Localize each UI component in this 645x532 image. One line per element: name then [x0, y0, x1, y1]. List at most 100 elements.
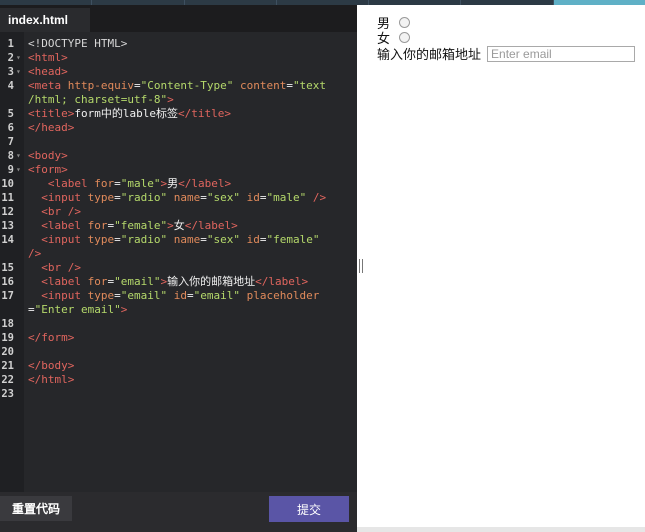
- file-tab-index-html[interactable]: index.html: [0, 8, 90, 32]
- code-line[interactable]: 13 <label for="female">女</label>: [0, 219, 357, 233]
- fold-arrow-icon[interactable]: ▾: [16, 163, 21, 177]
- code-token: </form>: [28, 331, 75, 344]
- code-token: 男: [167, 177, 179, 190]
- line-number: 11: [1, 192, 14, 204]
- reset-code-button[interactable]: 重置代码: [0, 496, 72, 521]
- email-input[interactable]: [487, 45, 636, 62]
- code-line[interactable]: 1 <!DOCTYPE HTML>: [0, 37, 357, 51]
- email-row: 输入你的邮箱地址: [377, 44, 636, 63]
- fold-arrow-icon[interactable]: ▾: [16, 149, 21, 163]
- code-text: </html>: [28, 373, 74, 387]
- fold-arrow-icon[interactable]: ▾: [16, 51, 21, 65]
- code-text: <form>: [28, 163, 68, 177]
- code-text: </body>: [28, 359, 74, 373]
- code-token: 输入你的邮箱地址: [167, 275, 256, 288]
- code-token: for: [87, 219, 108, 232]
- email-label[interactable]: 输入你的邮箱地址: [377, 44, 481, 63]
- code-line[interactable]: 11 <input type="radio" name="sex" id="ma…: [0, 191, 357, 205]
- code-token: content: [239, 79, 287, 92]
- splitter-grip-icon[interactable]: [359, 259, 363, 273]
- code-token: id: [246, 191, 260, 204]
- code-line[interactable]: 22 </html>: [0, 373, 357, 387]
- code-token: "sex": [206, 191, 240, 204]
- code-token: />: [306, 191, 327, 204]
- code-area[interactable]: 1 <!DOCTYPE HTML> 2 ▾ <html> 3 ▾ <head> 4 <meta h…: [0, 32, 357, 492]
- line-number: 16: [1, 276, 14, 288]
- line-number: 4: [7, 80, 14, 92]
- line-number: 19: [1, 332, 14, 344]
- code-line[interactable]: 20: [0, 345, 357, 359]
- code-text: </form>: [28, 331, 74, 345]
- code-line[interactable]: 12 <br />: [0, 205, 357, 219]
- code-line[interactable]: 21 </body>: [0, 359, 357, 373]
- code-line[interactable]: 8 ▾ <body>: [0, 149, 357, 163]
- code-token: for: [87, 275, 108, 288]
- code-token: </label>: [184, 219, 238, 232]
- code-token: <input: [41, 289, 88, 302]
- code-token: </html>: [28, 373, 75, 386]
- fold-arrow-icon[interactable]: ▾: [16, 65, 21, 79]
- line-number: 7: [7, 136, 14, 148]
- code-text: <title>form中的lable标签</title>: [28, 107, 231, 121]
- code-token: "male": [120, 177, 161, 190]
- code-token: >: [167, 93, 174, 106]
- code-token: <label: [41, 219, 88, 232]
- code-line[interactable]: 9 ▾ <form>: [0, 163, 357, 177]
- male-radio[interactable]: [399, 17, 411, 28]
- code-lines[interactable]: 1 <!DOCTYPE HTML> 2 ▾ <html> 3 ▾ <head> 4 <meta h…: [0, 37, 357, 401]
- code-text: <body>: [28, 149, 68, 163]
- code-editor-pane: index.html 1 <!DOCTYPE HTML> 2 ▾ <html> 3 ▾ <he…: [0, 5, 357, 532]
- code-token: =: [114, 233, 121, 246]
- code-line[interactable]: 2 ▾ <html>: [0, 51, 357, 65]
- code-token: for: [94, 177, 115, 190]
- code-token: =: [200, 233, 207, 246]
- code-token: "female": [114, 219, 168, 232]
- code-token: /html; charset=utf-8": [28, 93, 168, 106]
- pane-splitter[interactable]: [357, 5, 365, 527]
- code-token: placeholder: [246, 289, 320, 302]
- code-line[interactable]: 3 ▾ <head>: [0, 65, 357, 79]
- code-token: <br />: [41, 205, 81, 218]
- code-token: =: [200, 191, 207, 204]
- code-text: </head>: [28, 121, 74, 135]
- code-token: "email": [114, 275, 161, 288]
- line-number: 20: [1, 346, 14, 358]
- code-line[interactable]: 6 </head>: [0, 121, 357, 135]
- code-line[interactable]: 14 <input type="radio" name="sex" id="fe…: [0, 233, 357, 247]
- code-token: "email": [120, 289, 168, 302]
- code-line[interactable]: 16 <label for="email">输入你的邮箱地址</label>: [0, 275, 357, 289]
- code-line[interactable]: 23: [0, 387, 357, 401]
- code-text: <head>: [28, 65, 68, 79]
- code-token: =: [28, 303, 35, 316]
- line-number: 3: [7, 66, 14, 78]
- code-line[interactable]: />: [0, 247, 357, 261]
- submit-button[interactable]: 提交: [269, 496, 349, 522]
- code-line[interactable]: 7: [0, 135, 357, 149]
- line-number: 15: [1, 262, 14, 274]
- code-line[interactable]: 15 <br />: [0, 261, 357, 275]
- code-text: <input type="email" id="email" placehold…: [28, 289, 319, 303]
- code-token: >: [167, 219, 174, 232]
- code-line[interactable]: 18: [0, 317, 357, 331]
- code-line[interactable]: /html; charset=utf-8">: [0, 93, 357, 107]
- code-line[interactable]: ="Enter email">: [0, 303, 357, 317]
- code-token: <label: [41, 275, 88, 288]
- code-token: </body>: [28, 359, 75, 372]
- code-line[interactable]: 19 </form>: [0, 331, 357, 345]
- line-number: 1: [7, 38, 14, 50]
- code-line[interactable]: 17 <input type="email" id="email" placeh…: [0, 289, 357, 303]
- code-line[interactable]: 10 <label for="male">男</label>: [0, 177, 357, 191]
- female-radio[interactable]: [399, 32, 411, 43]
- line-number: 22: [1, 374, 14, 386]
- code-line[interactable]: 4 <meta http-equiv="Content-Type" content…: [0, 79, 357, 93]
- preview-pane: 男 女 输入你的邮箱地址: [365, 5, 645, 527]
- code-line[interactable]: 5 <title>form中的lable标签</title>: [0, 107, 357, 121]
